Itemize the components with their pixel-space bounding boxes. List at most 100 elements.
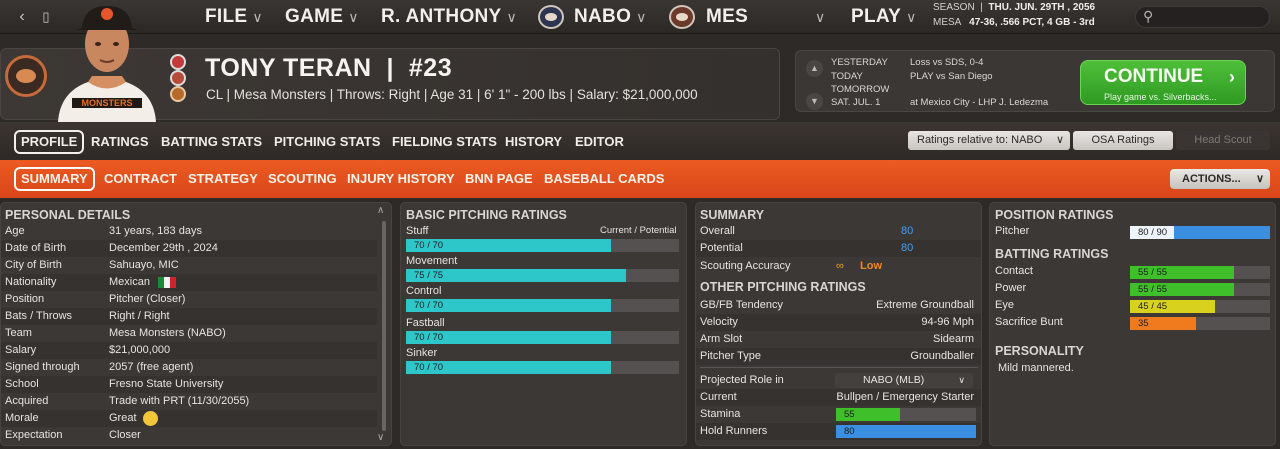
svg-text:MONSTERS: MONSTERS — [81, 98, 132, 108]
osa-ratings-button[interactable]: OSA Ratings — [1073, 131, 1173, 150]
chevron-down-icon: ∨ — [252, 9, 263, 25]
award-icon[interactable] — [170, 86, 186, 102]
panel-title: SUMMARY — [700, 208, 765, 222]
chevron-up-icon[interactable]: ▲ — [806, 60, 823, 77]
pitching-ratings-panel: BASIC PITCHING RATINGS Current / Potenti… — [400, 202, 687, 446]
row-label: Age — [5, 225, 25, 237]
row-value: Trade with PRT (11/30/2055) — [109, 395, 250, 407]
potential-row: Potential 80 — [696, 240, 981, 257]
tab-summary[interactable]: SUMMARY — [14, 167, 95, 191]
scrollbar[interactable] — [382, 221, 386, 431]
row-label: Morale — [5, 412, 39, 424]
row-value: $21,000,000 — [109, 344, 171, 356]
menu-play[interactable]: PLAY ∨ — [851, 4, 917, 30]
row-value: Groundballer — [910, 350, 974, 362]
menu-file[interactable]: FILE ∨ — [205, 4, 263, 30]
panel-title: PERSONAL DETAILS — [5, 208, 131, 222]
panel-subtitle: PERSONALITY — [995, 344, 1084, 358]
award-icon[interactable] — [170, 70, 186, 86]
award-icon[interactable] — [170, 54, 186, 70]
pitching-detail-row: GB/FB Tendency Extreme Groundball — [696, 297, 981, 314]
ratings-relative-dropdown[interactable]: Ratings relative to: NABO ∨ — [908, 131, 1070, 150]
chevron-up-icon[interactable]: ∧ — [377, 205, 384, 216]
batting-rating-label: Sacrifice Bunt — [995, 316, 1063, 328]
search-input[interactable]: ⚲ — [1135, 6, 1270, 28]
tab-contract[interactable]: CONTRACT — [104, 167, 177, 191]
menu-manager[interactable]: R. ANTHONY ∨ — [381, 4, 517, 30]
row-label: Acquired — [5, 395, 49, 407]
row-label: Team — [5, 327, 32, 339]
hold-runners-bar: 80 — [836, 425, 976, 438]
tab-scouting[interactable]: SCOUTING — [268, 167, 337, 191]
pitch-rating-bar: 70 / 70 — [406, 361, 679, 374]
tab-pitching-stats[interactable]: PITCHING STATS — [274, 130, 380, 154]
row-label: Bats / Throws — [5, 310, 73, 322]
team-logo — [5, 55, 47, 97]
tab-batting-stats[interactable]: BATTING STATS — [161, 130, 262, 154]
batting-rating-value: 45 / 45 — [1138, 301, 1168, 312]
row-value: Fresno State University — [109, 378, 224, 390]
personal-row: Bats / Throws Right / Right — [1, 308, 377, 325]
player-info: CL | Mesa Monsters | Throws: Right | Age… — [206, 87, 698, 102]
pitch-rating-value: 70 / 70 — [414, 362, 444, 373]
position-batting-panel: POSITION RATINGS Pitcher 80 / 90 BATTING… — [989, 202, 1276, 446]
panel-subtitle: OTHER PITCHING RATINGS — [700, 280, 866, 294]
next-game-value[interactable]: at Mexico City - LHP J. Ledezma — [910, 97, 1048, 108]
actions-button[interactable]: ACTIONS... ∨ — [1170, 169, 1270, 189]
row-label: Velocity — [700, 316, 738, 328]
head-scout-button[interactable]: Head Scout — [1176, 131, 1270, 150]
menu-team[interactable]: MES — [706, 4, 748, 30]
pitch-rating-bar: 70 / 70 — [406, 331, 679, 344]
tab-injury-history[interactable]: INJURY HISTORY — [347, 167, 455, 191]
yesterday-label: YESTERDAY — [831, 57, 888, 68]
tab-editor[interactable]: EDITOR — [575, 130, 624, 154]
pitch-rating-label: Control — [406, 285, 442, 297]
panel-subtitle: BATTING RATINGS — [995, 247, 1109, 261]
pitch-rating-bar: 70 / 70 — [406, 239, 679, 252]
today-label: TODAY — [831, 71, 863, 82]
tab-fielding-stats[interactable]: FIELDING STATS — [392, 130, 497, 154]
pitch-rating-bar: 75 / 75 — [406, 269, 679, 282]
personal-row: City of Birth Sahuayo, MIC — [1, 257, 377, 274]
chevron-down-icon[interactable]: ∨ — [377, 432, 384, 443]
chevron-down-icon: ∨ — [906, 9, 917, 25]
yesterday-value[interactable]: Loss vs SDS, 0-4 — [910, 57, 983, 68]
season-info: SEASON | THU. JUN. 29TH , 2056 MESA 47-3… — [933, 2, 1096, 28]
pitcher-rating-bar: 80 / 90 — [1130, 226, 1270, 239]
pitching-detail-row: Velocity 94-96 Mph — [696, 314, 981, 331]
personal-row: School Fresno State University — [1, 376, 377, 393]
personal-row: Acquired Trade with PRT (11/30/2055) — [1, 393, 377, 410]
menu-league[interactable]: NABO ∨ — [574, 4, 647, 30]
tab-ratings[interactable]: RATINGS — [91, 130, 149, 154]
menu-play-chevron[interactable]: ∨ — [815, 4, 826, 30]
personal-row: Expectation Closer — [1, 427, 377, 444]
row-value: Closer — [109, 429, 141, 441]
chevron-down-icon[interactable]: ▼ — [806, 93, 823, 110]
row-label: Pitcher Type — [700, 350, 761, 362]
row-value: Great — [109, 412, 137, 424]
pitch-rating-label: Sinker — [406, 347, 438, 359]
continue-button[interactable]: CONTINUE › Play game vs. Silverbacks... — [1080, 60, 1246, 105]
tab-bnn-page[interactable]: BNN PAGE — [465, 167, 533, 191]
pitching-detail-row: Pitcher Type Groundballer — [696, 348, 981, 365]
batting-rating-label: Contact — [995, 265, 1033, 277]
personal-row: Position Pitcher (Closer) — [1, 291, 377, 308]
personal-row: Signed through 2057 (free agent) — [1, 359, 377, 376]
menu-game[interactable]: GAME ∨ — [285, 4, 359, 30]
row-value: 2057 (free agent) — [109, 361, 194, 373]
tab-strategy[interactable]: STRATEGY — [188, 167, 258, 191]
today-value[interactable]: PLAY vs San Diego — [910, 71, 993, 82]
chevron-right-icon: › — [1229, 67, 1235, 87]
batting-rating-bar: 35 — [1130, 317, 1270, 330]
row-label: School — [5, 378, 39, 390]
row-value: 31 years, 183 days — [109, 225, 202, 237]
ratings-header: Current / Potential — [600, 225, 677, 236]
back-arrow-icon[interactable]: ‹ — [12, 6, 32, 28]
tomorrow-label: TOMORROW — [831, 84, 890, 95]
tab-baseball-cards[interactable]: BASEBALL CARDS — [544, 167, 664, 191]
projected-role-dropdown[interactable]: NABO (MLB) ∨ — [835, 373, 973, 388]
row-label: City of Birth — [5, 259, 62, 271]
tab-profile[interactable]: PROFILE — [14, 130, 85, 154]
tab-history[interactable]: HISTORY — [505, 130, 562, 154]
batting-rating-value: 35 — [1138, 318, 1149, 329]
